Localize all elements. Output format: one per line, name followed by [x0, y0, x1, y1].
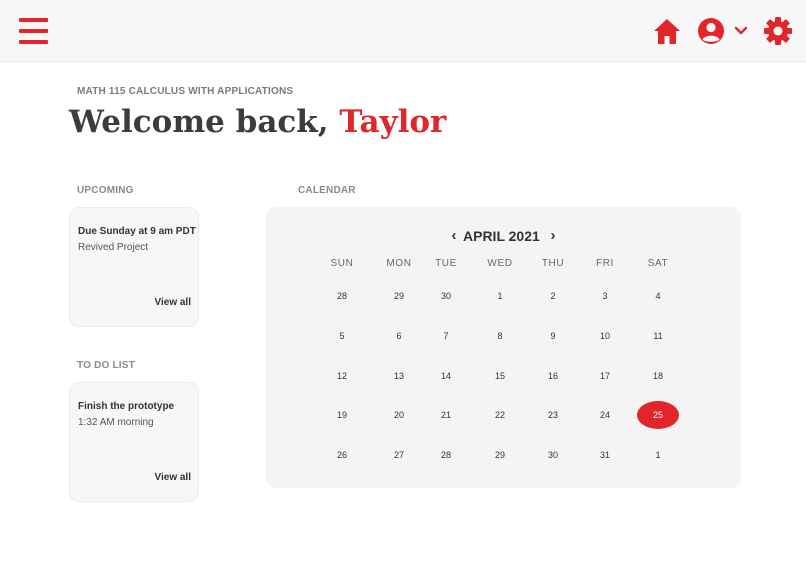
chevron-right-icon[interactable]: › — [546, 227, 560, 245]
calendar-day[interactable]: 18 — [638, 366, 678, 386]
calendar-day[interactable]: 20 — [379, 405, 419, 425]
calendar-day[interactable]: 10 — [585, 326, 625, 346]
calendar-day[interactable]: 13 — [379, 366, 419, 386]
calendar-day[interactable]: 17 — [585, 366, 625, 386]
calendar-day[interactable]: 6 — [379, 326, 419, 346]
account-menu[interactable] — [697, 16, 751, 46]
upcoming-item-subtitle: Revived Project — [78, 242, 149, 253]
calendar-day[interactable]: 29 — [480, 445, 520, 465]
welcome-heading: Welcome back, Taylor — [69, 104, 446, 140]
home-icon[interactable] — [652, 16, 682, 46]
calendar-day[interactable]: 16 — [533, 366, 573, 386]
calendar-widget: ‹ APRIL 2021 › SUN MON TUE WED THU FRI SAT 28 29… — [266, 207, 741, 488]
calendar-day[interactable]: 5 — [322, 326, 362, 346]
calendar-day[interactable]: 3 — [585, 286, 625, 306]
upcoming-view-all-link[interactable]: View all — [154, 297, 191, 308]
calendar-day[interactable]: 28 — [322, 286, 362, 306]
calendar-header: ‹ APRIL 2021 › — [266, 227, 741, 247]
chevron-left-icon[interactable]: ‹ — [447, 227, 461, 245]
calendar-day[interactable]: 12 — [322, 366, 362, 386]
weekday-mon: MON — [386, 258, 412, 269]
calendar-day[interactable]: 21 — [426, 405, 466, 425]
todo-label: TO DO LIST — [77, 360, 135, 371]
user-circle-icon — [698, 18, 748, 44]
upcoming-card: Due Sunday at 9 am PDT Revived Project V… — [69, 207, 199, 327]
calendar-day[interactable]: 9 — [533, 326, 573, 346]
weekday-wed: WED — [487, 258, 513, 269]
calendar-label: CALENDAR — [298, 185, 356, 196]
gear-icon[interactable] — [763, 16, 793, 46]
weekday-tue: TUE — [435, 258, 457, 269]
upcoming-item-title: Due Sunday at 9 am PDT — [78, 226, 196, 237]
todo-view-all-link[interactable]: View all — [154, 472, 191, 483]
calendar-day[interactable]: 30 — [426, 286, 466, 306]
hamburger-menu-icon[interactable] — [19, 16, 49, 46]
user-name: Taylor — [339, 104, 447, 140]
todo-card: Finish the prototype 1:32 AM morning Vie… — [69, 382, 199, 502]
calendar-month: APRIL 2021 — [463, 228, 540, 244]
calendar-day[interactable]: 24 — [585, 405, 625, 425]
todo-item-title: Finish the prototype — [78, 401, 175, 412]
calendar-day[interactable]: 2 — [533, 286, 573, 306]
weekday-sat: SAT — [647, 258, 669, 269]
weekday-fri: FRI — [596, 258, 614, 269]
calendar-day[interactable]: 30 — [533, 445, 573, 465]
course-title: MATH 115 CALCULUS WITH APPLICATIONS — [77, 86, 294, 97]
calendar-day[interactable]: 28 — [426, 445, 466, 465]
calendar-day[interactable]: 26 — [322, 445, 362, 465]
calendar-day[interactable]: 4 — [638, 286, 678, 306]
calendar-day[interactable]: 1 — [638, 445, 678, 465]
calendar-day[interactable]: 11 — [638, 326, 678, 346]
calendar-day[interactable]: 22 — [480, 405, 520, 425]
calendar-day[interactable]: 8 — [480, 326, 520, 346]
calendar-day[interactable]: 14 — [426, 366, 466, 386]
upcoming-label: UPCOMING — [77, 185, 134, 196]
calendar-day[interactable]: 31 — [585, 445, 625, 465]
calendar-day[interactable]: 7 — [426, 326, 466, 346]
calendar-day[interactable]: 27 — [379, 445, 419, 465]
weekday-sun: SUN — [330, 258, 354, 269]
calendar-day[interactable]: 23 — [533, 405, 573, 425]
calendar-day[interactable]: 29 — [379, 286, 419, 306]
welcome-prefix: Welcome back, — [69, 104, 329, 140]
calendar-day[interactable]: 1 — [480, 286, 520, 306]
todo-item-subtitle: 1:32 AM morning — [78, 417, 154, 428]
calendar-day[interactable]: 15 — [480, 366, 520, 386]
calendar-day-selected[interactable]: 25 — [637, 401, 679, 429]
top-bar — [0, 0, 806, 62]
calendar-day[interactable]: 19 — [322, 405, 362, 425]
weekday-thu: THU — [541, 258, 565, 269]
